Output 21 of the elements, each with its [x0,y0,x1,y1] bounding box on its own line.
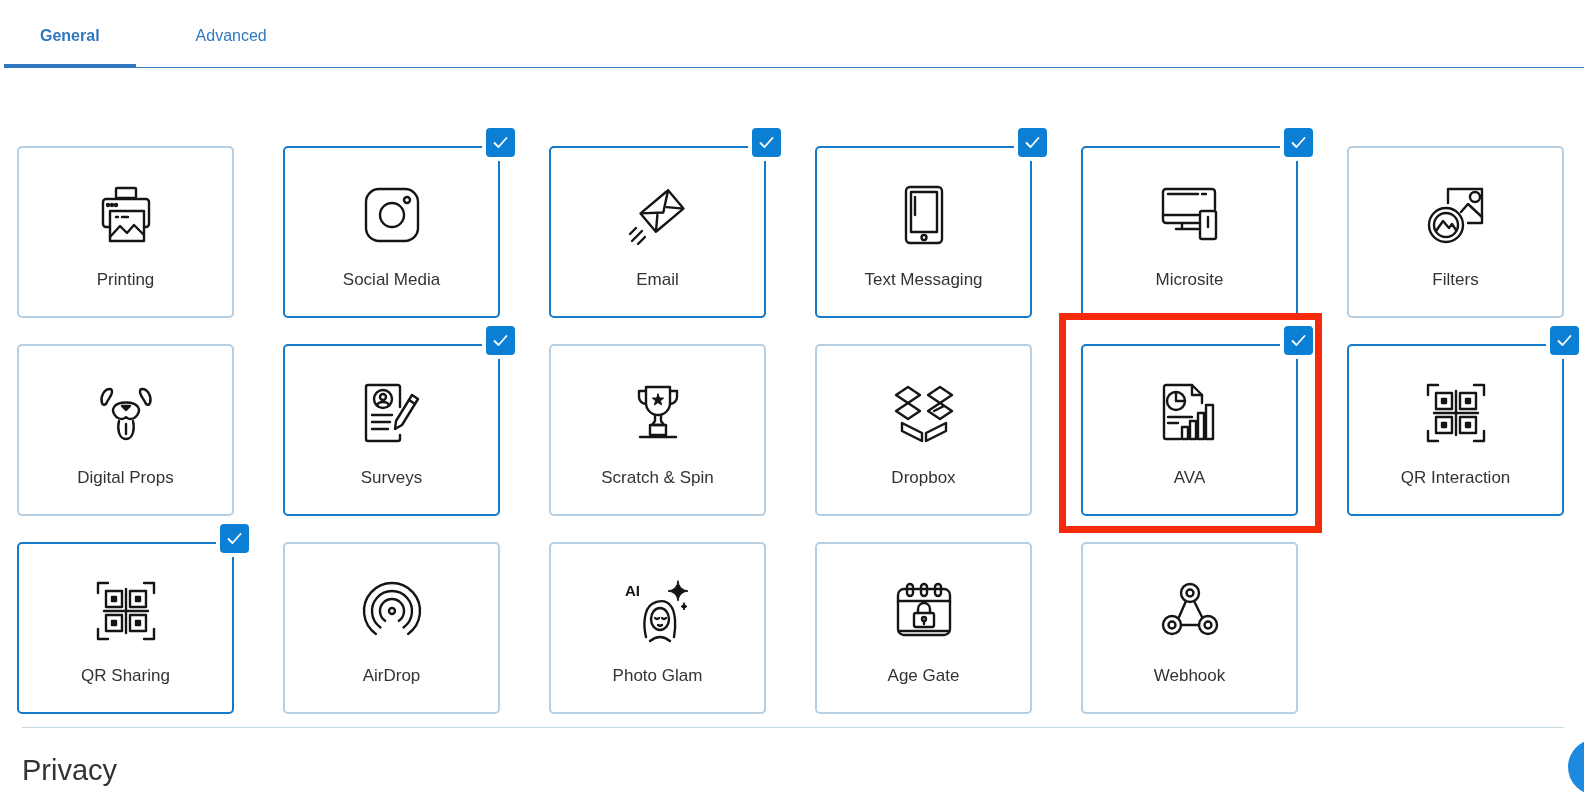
feature-tile[interactable]: QR Interaction [1347,344,1564,516]
feature-tile[interactable]: Digital Props [17,344,234,516]
tab[interactable]: Advanced [159,0,303,68]
feature-tile[interactable]: Age Gate [815,542,1032,714]
feature-tile[interactable]: AirDrop [283,542,500,714]
feature-tile[interactable]: Dropbox [815,344,1032,516]
feature-tile[interactable]: AI Photo Glam [549,542,766,714]
feature-tile[interactable]: Email [549,146,766,318]
feature-tile[interactable]: Text Messaging [815,146,1032,318]
feature-tile[interactable]: Printing [17,146,234,318]
section-heading: Privacy [22,753,118,787]
feature-tile[interactable]: AVA [1081,344,1298,516]
feature-tile[interactable]: Webhook [1081,542,1298,714]
feature-tile[interactable]: Social Media [283,146,500,318]
ai-label: AI [625,583,640,599]
tab[interactable]: General [4,0,136,68]
woman-face-icon [640,579,690,643]
feature-tile[interactable]: QR Sharing [17,542,234,714]
feature-tile[interactable]: Filters [1347,146,1564,318]
feature-tile[interactable]: Scratch & Spin [549,344,766,516]
feature-tile[interactable]: Surveys [283,344,500,516]
